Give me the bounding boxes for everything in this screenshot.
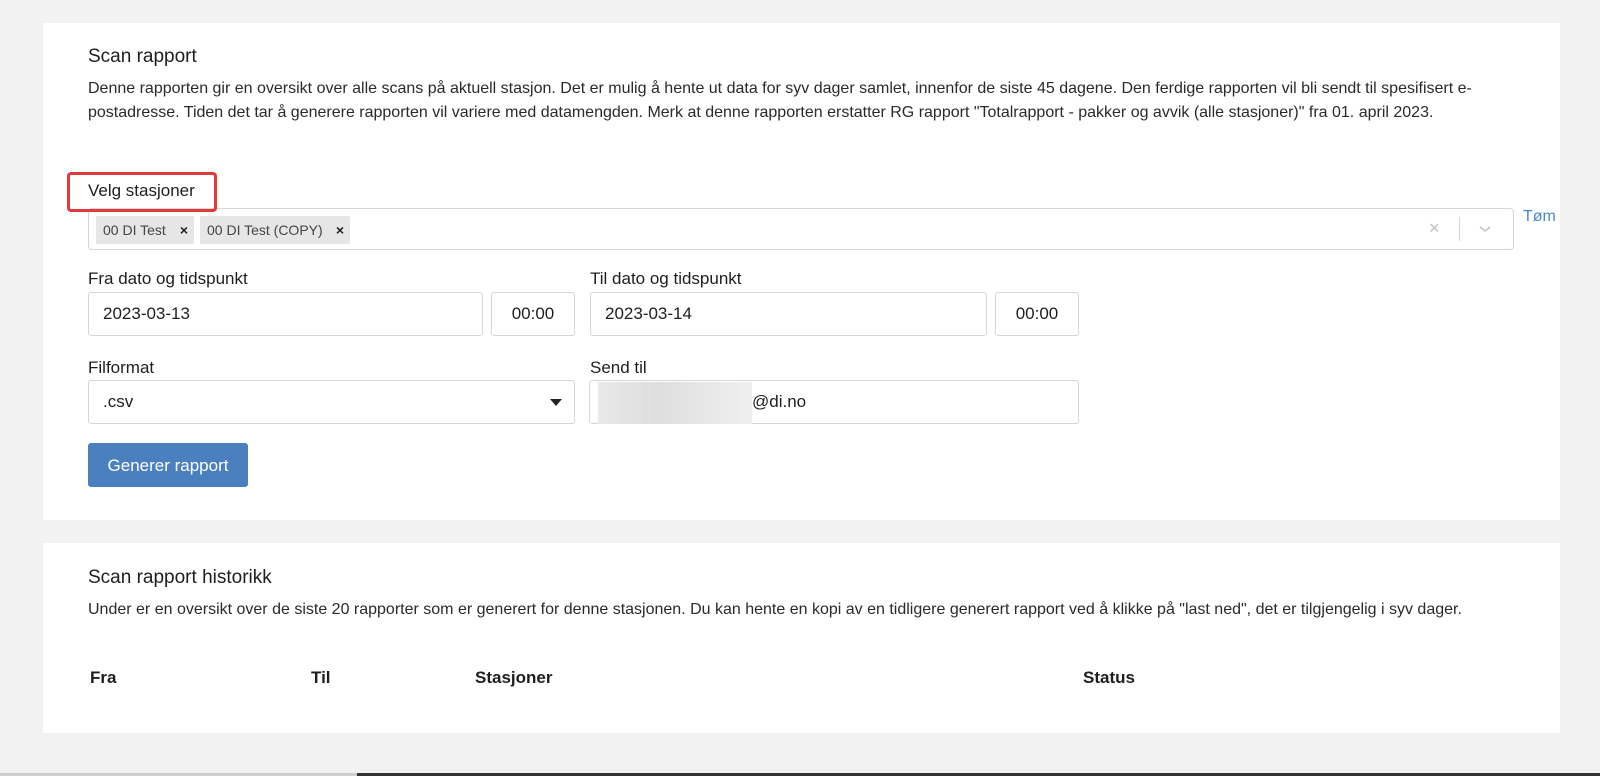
scan-report-card: Scan rapport Denne rapporten gir en over…	[43, 23, 1560, 520]
column-header-to: Til	[311, 668, 331, 687]
to-time-input[interactable]: 00:00	[995, 292, 1079, 336]
history-description: Under er en oversikt over de siste 20 ra…	[88, 601, 1462, 618]
station-chip-label: 00 DI Test (COPY)	[207, 222, 323, 238]
from-date-input[interactable]: 2023-03-13	[88, 292, 483, 336]
stations-multiselect[interactable]: 00 DI Test × 00 DI Test (COPY) × ×	[88, 208, 1514, 250]
chevron-down-icon[interactable]	[1473, 217, 1497, 241]
scan-report-description: Denne rapporten gir en oversikt over all…	[88, 80, 1472, 121]
format-select-value: .csv	[103, 392, 134, 411]
multiselect-divider	[1459, 217, 1460, 241]
history-title: Scan rapport historikk	[88, 567, 272, 588]
from-time-input[interactable]: 00:00	[491, 292, 575, 336]
send-to-label: Send til	[590, 358, 647, 377]
from-label: Fra dato og tidspunkt	[88, 269, 248, 288]
station-chip-label: 00 DI Test	[103, 222, 166, 238]
history-card: Scan rapport historikk Under er en overs…	[43, 543, 1560, 733]
column-header-from: Fra	[90, 668, 117, 687]
to-date-input[interactable]: 2023-03-14	[590, 292, 987, 336]
format-label: Filformat	[88, 358, 155, 377]
caret-down-icon	[550, 399, 562, 406]
annotation-highlight-box	[67, 172, 217, 212]
email-domain: @di.no	[752, 392, 807, 411]
redacted-email-block	[598, 382, 752, 424]
email-input[interactable]: @di.no	[589, 380, 1079, 424]
remove-chip-icon[interactable]: ×	[336, 216, 344, 244]
column-header-stations: Stasjoner	[475, 668, 553, 687]
remove-chip-icon[interactable]: ×	[180, 216, 188, 244]
station-chip: 00 DI Test ×	[96, 216, 194, 244]
generate-report-button[interactable]: Generer rapport	[88, 443, 248, 487]
clear-all-icon[interactable]: ×	[1429, 218, 1440, 239]
station-chip: 00 DI Test (COPY) ×	[200, 216, 350, 244]
scan-report-title: Scan rapport	[88, 46, 197, 67]
column-header-status: Status	[1083, 668, 1135, 687]
clear-stations-link[interactable]: Tøm	[1523, 208, 1556, 226]
to-label: Til dato og tidspunkt	[590, 269, 742, 288]
format-select[interactable]: .csv	[88, 380, 575, 424]
